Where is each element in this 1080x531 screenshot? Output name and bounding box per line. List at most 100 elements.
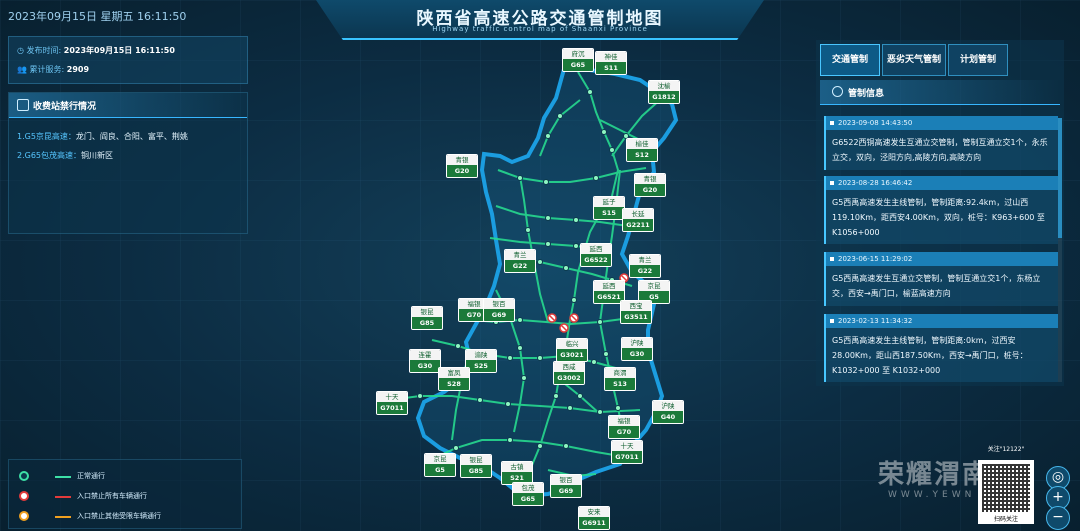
qr-pattern [982, 464, 1030, 512]
control-scrollbar[interactable] [1058, 118, 1062, 382]
card-text: G5西禹高速发生主线管制，管制距离:92.4km，过山西119.10Km，距西安… [832, 198, 1045, 237]
normal-node-icon [19, 471, 29, 481]
qr-caption: 关注"12122" [987, 446, 1025, 453]
highway-shield[interactable]: 西咸 G3002 [553, 361, 585, 385]
qr-label: 扫码关注 [993, 516, 1018, 523]
highway-shield[interactable]: 榆佳 S12 [626, 138, 658, 162]
shield-code: G22 [630, 265, 660, 277]
users-icon: 👥 [17, 65, 27, 74]
shield-name: 商渭 [605, 368, 635, 378]
highway-shield[interactable]: 沪陕 G40 [652, 400, 684, 424]
highway-shield[interactable]: 青兰 G22 [629, 254, 661, 278]
shield-code: G69 [484, 309, 514, 321]
shield-name: 延子 [594, 197, 624, 207]
legend-closed-all-label: 入口禁止所有车辆通行 [77, 492, 147, 500]
highway-shield[interactable]: 延子 S15 [593, 196, 625, 220]
highway-shield[interactable]: 府沉 G65 [562, 48, 594, 72]
shield-name: 西咸 [554, 362, 584, 372]
control-info-header: 管制信息 [820, 80, 1060, 105]
highway-shield[interactable]: 银昆 G85 [460, 454, 492, 478]
highway-shield[interactable]: 银百 G69 [550, 474, 582, 498]
normal-line-swatch [55, 476, 71, 478]
shield-name: 银百 [551, 475, 581, 485]
shield-code: G5 [425, 464, 455, 476]
scroll-thumb[interactable] [1058, 118, 1062, 238]
highway-shield[interactable]: 商渭 S13 [604, 367, 636, 391]
highway-shield[interactable]: 连霍 G30 [409, 349, 441, 373]
control-card[interactable]: 2023-09-08 14:43:50 G6522西铜高速发生互通立交管制，管制… [824, 116, 1058, 170]
highway-shield[interactable]: 青银 G20 [446, 154, 478, 178]
closed-line-swatch [55, 496, 71, 498]
highway-shield[interactable]: 临兴 G3021 [556, 338, 588, 362]
highway-shield[interactable]: 神佳 S11 [595, 51, 627, 75]
map-legend: 正常通行 入口禁止所有车辆通行 入口禁止其他受限车辆通行 [8, 459, 242, 529]
legend-normal-label: 正常通行 [77, 472, 105, 480]
tab-traffic-control[interactable]: 交通管制 [820, 44, 880, 76]
card-text: G6522西铜高速发生互通立交管制，管制互通立交1个，永乐立交，双向，泾阳方向,… [832, 138, 1048, 162]
shield-code: G65 [563, 59, 593, 71]
highway-shield[interactable]: 银百 G69 [483, 298, 515, 322]
highway-shield[interactable]: 青银 G20 [634, 173, 666, 197]
shield-name: 青兰 [505, 250, 535, 260]
shield-code: S28 [439, 378, 469, 390]
tab-planned-control[interactable]: 计划管制 [948, 44, 1008, 76]
toll-closure-panel: 收费站禁行情况 1.G5京昆高速：龙门、阎良、合阳、富平、荆姚 2.G65包茂高… [8, 92, 248, 234]
highway-shield[interactable]: 京昆 G5 [424, 453, 456, 477]
control-card[interactable]: 2023-06-15 11:29:02 G5西禹高速发生互通立交管制，管制互通立… [824, 252, 1058, 306]
card-text: G5西禹高速发生主线管制，管制距离:0km，过西安28.00Km，距山西187.… [832, 336, 1028, 375]
shield-code: G7011 [377, 402, 407, 414]
control-card[interactable]: 2023-02-13 11:34:32 G5西禹高速发生主线管制，管制距离:0k… [824, 314, 1058, 382]
zoom-out-button[interactable]: − [1046, 506, 1070, 530]
highway-shield[interactable]: 延西 G6522 [580, 243, 612, 267]
highway-shield[interactable]: 安来 G6911 [578, 506, 610, 530]
highway-shield[interactable]: 包茂 G65 [512, 482, 544, 506]
highway-shield[interactable]: 银昆 G85 [411, 306, 443, 330]
card-date: 2023-08-28 16:46:42 [826, 176, 1058, 190]
title-banner: 陕西省高速公路交通管制地图 Highway traffic control ma… [316, 0, 764, 40]
shield-name: 西宝 [621, 301, 651, 311]
shield-code: G30 [410, 360, 440, 372]
closure-stations: 铜川新区 [81, 151, 114, 160]
shield-name: 沈榆 [649, 81, 679, 91]
toll-closure-header: 收费站禁行情况 [9, 93, 247, 118]
highway-shield[interactable]: 西宝 G3511 [620, 300, 652, 324]
shield-name: 长延 [623, 209, 653, 219]
shield-code: G1812 [649, 91, 679, 103]
shield-name: 青银 [447, 155, 477, 165]
shield-name: 连霍 [410, 350, 440, 360]
no-entry-icon [19, 491, 29, 501]
publish-label: 发布时间: [26, 46, 62, 55]
highway-shield[interactable]: 沪陕 G30 [621, 337, 653, 361]
highway-shield[interactable]: 长延 G2211 [622, 208, 654, 232]
closure-item[interactable]: 2.G65包茂高速：铜川新区 [17, 150, 113, 161]
shield-code: G3511 [621, 311, 651, 323]
shield-code: G2211 [623, 219, 653, 231]
shield-name: 延西 [594, 281, 624, 291]
closure-item[interactable]: 1.G5京昆高速：龙门、阎良、合阳、富平、荆姚 [17, 131, 188, 142]
closure-stations: 龙门、阎良、合阳、富平、荆姚 [75, 132, 188, 141]
control-info-title: 管制信息 [848, 89, 885, 99]
shield-name: 银昆 [412, 307, 442, 317]
shield-code: S12 [627, 149, 657, 161]
highway-shield[interactable]: 青兰 G22 [504, 249, 536, 273]
highway-shield[interactable]: 富凤 S28 [438, 367, 470, 391]
control-card[interactable]: 2023-08-28 16:46:42 G5西禹高速发生主线管制，管制距离:92… [824, 176, 1058, 244]
shield-name: 富凤 [439, 368, 469, 378]
highway-shield[interactable]: 十天 G7011 [611, 440, 643, 464]
tab-weather-control[interactable]: 恶劣天气管制 [882, 44, 946, 76]
shield-name: 渝陕 [466, 350, 496, 360]
card-date: 2023-02-13 11:34:32 [826, 314, 1058, 328]
highway-shield[interactable]: 十天 G7011 [376, 391, 408, 415]
highway-shield[interactable]: 沈榆 G1812 [648, 80, 680, 104]
shield-name: 青银 [635, 174, 665, 184]
clock-icon: ◷ [17, 46, 27, 55]
shield-code: G6522 [581, 254, 611, 266]
shield-name: 府沉 [563, 49, 593, 59]
publish-info: ◷ 发布时间: 2023年09月15日 16:11:50 👥 累计服务: 290… [8, 36, 248, 84]
shield-name: 京昆 [639, 281, 669, 291]
shield-code: G3021 [557, 349, 587, 361]
watermark: 荣耀渭南 [878, 460, 991, 490]
restricted-icon [19, 511, 29, 521]
highway-shield[interactable]: 福银 G70 [608, 415, 640, 439]
shield-code: S15 [594, 207, 624, 219]
